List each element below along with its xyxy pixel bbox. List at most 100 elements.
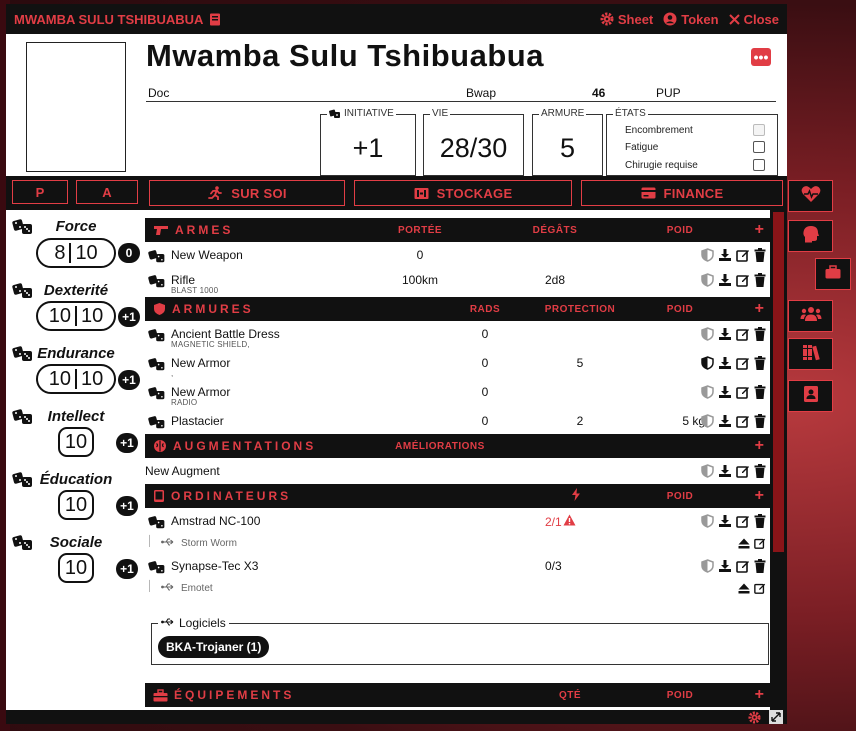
trash-icon[interactable]: [754, 273, 766, 290]
trash-icon[interactable]: [754, 514, 766, 531]
trash-icon[interactable]: [754, 327, 766, 344]
download-icon[interactable]: [718, 464, 732, 481]
add-ordinateur-button[interactable]: +: [755, 487, 764, 505]
scrollbar-thumb[interactable]: [773, 212, 784, 552]
edit-icon[interactable]: [736, 356, 750, 373]
software-chip[interactable]: BKA-Trojaner (1): [158, 636, 270, 658]
attribute-value[interactable]: 10: [49, 305, 71, 328]
dice-icon[interactable]: [148, 515, 166, 533]
sidenav-contacts[interactable]: [788, 300, 833, 332]
edit-icon[interactable]: [736, 273, 750, 290]
sociale-value[interactable]: 10: [58, 553, 94, 583]
add-equipement-button[interactable]: +: [755, 686, 764, 704]
shield-icon[interactable]: [701, 327, 714, 344]
attribute-max[interactable]: 10: [81, 305, 103, 328]
shield-icon[interactable]: [701, 356, 714, 373]
dice-icon[interactable]: [12, 218, 34, 241]
download-icon[interactable]: [718, 248, 732, 265]
dice-icon[interactable]: [12, 471, 34, 494]
edit-icon[interactable]: [736, 559, 750, 576]
shield-icon[interactable]: [701, 248, 714, 265]
download-icon[interactable]: [718, 514, 732, 531]
download-icon[interactable]: [718, 327, 732, 344]
dice-icon[interactable]: [148, 274, 166, 292]
item-name[interactable]: Amstrad NC-100: [171, 514, 260, 528]
add-augmentation-button[interactable]: +: [755, 437, 764, 455]
trash-icon[interactable]: [754, 385, 766, 402]
download-icon[interactable]: [718, 356, 732, 373]
sidenav-inventory[interactable]: [815, 258, 851, 290]
intellect-value[interactable]: 10: [58, 427, 94, 457]
sheet-button[interactable]: Sheet: [600, 12, 653, 27]
item-name[interactable]: Rifle: [171, 273, 195, 287]
item-name[interactable]: New Armor: [171, 356, 230, 370]
character-origin[interactable]: PUP: [656, 86, 681, 100]
add-armure-button[interactable]: +: [755, 300, 764, 318]
dexterite-value-pill[interactable]: 10 10: [36, 301, 116, 331]
dice-icon[interactable]: [12, 282, 34, 305]
software-name[interactable]: Storm Worm: [181, 538, 237, 549]
sidenav-notes[interactable]: [788, 380, 833, 412]
edit-icon[interactable]: [736, 464, 750, 481]
item-name[interactable]: New Augment: [145, 464, 220, 478]
dice-icon[interactable]: [148, 249, 166, 267]
tab-finance[interactable]: FINANCE: [581, 180, 783, 206]
vie-box[interactable]: VIE 28/30: [423, 108, 524, 176]
dice-icon[interactable]: [148, 357, 166, 375]
dice-icon[interactable]: [12, 345, 34, 368]
sidenav-head[interactable]: [788, 220, 833, 252]
token-button[interactable]: Token: [663, 12, 719, 27]
software-name[interactable]: Emotet: [181, 583, 213, 594]
attribute-max[interactable]: 10: [81, 368, 103, 391]
character-role[interactable]: Doc: [148, 86, 169, 100]
fatigue-checkbox[interactable]: [753, 141, 765, 153]
download-icon[interactable]: [718, 385, 732, 402]
sidenav-health[interactable]: [788, 180, 833, 212]
initiative-box[interactable]: INITIATIVE +1: [320, 108, 416, 176]
dice-icon[interactable]: [148, 386, 166, 404]
shield-icon[interactable]: [701, 559, 714, 576]
force-value-pill[interactable]: 8 10: [36, 238, 116, 268]
item-name[interactable]: Plastacier: [171, 414, 224, 428]
shield-icon[interactable]: [701, 514, 714, 531]
shield-icon[interactable]: [701, 414, 714, 431]
endurance-value-pill[interactable]: 10 10: [36, 364, 116, 394]
edit-icon[interactable]: [736, 327, 750, 344]
tab-sur-soi[interactable]: SUR SOI: [149, 180, 345, 206]
tab-p[interactable]: P: [12, 180, 68, 204]
character-species[interactable]: Bwap: [466, 86, 496, 100]
edit-icon[interactable]: [736, 385, 750, 402]
encombrement-checkbox[interactable]: [753, 124, 765, 136]
edit-icon[interactable]: [754, 537, 766, 552]
resize-handle-icon[interactable]: [769, 710, 783, 724]
download-icon[interactable]: [718, 273, 732, 290]
chirurgie-checkbox[interactable]: [753, 159, 765, 171]
more-options-button[interactable]: •••: [751, 48, 771, 66]
dice-icon[interactable]: [12, 534, 34, 557]
tab-stockage[interactable]: STOCKAGE: [354, 180, 572, 206]
download-icon[interactable]: [718, 414, 732, 431]
edit-icon[interactable]: [736, 248, 750, 265]
gear-icon[interactable]: [748, 711, 761, 724]
armure-box[interactable]: ARMURE 5: [532, 108, 603, 176]
trash-icon[interactable]: [754, 464, 766, 481]
edit-icon[interactable]: [754, 582, 766, 597]
eject-icon[interactable]: [738, 583, 750, 597]
item-name[interactable]: Synapse-Tec X3: [171, 559, 258, 573]
character-portrait[interactable]: [26, 42, 126, 172]
item-name[interactable]: Ancient Battle Dress: [171, 327, 280, 341]
edit-icon[interactable]: [736, 514, 750, 531]
character-age[interactable]: 46: [592, 86, 605, 100]
edit-icon[interactable]: [736, 414, 750, 431]
shield-icon[interactable]: [701, 385, 714, 402]
character-name[interactable]: Mwamba Sulu Tshibuabua: [146, 38, 544, 74]
dice-icon[interactable]: [148, 415, 166, 433]
trash-icon[interactable]: [754, 559, 766, 576]
trash-icon[interactable]: [754, 356, 766, 373]
attribute-value[interactable]: 10: [49, 368, 71, 391]
close-button[interactable]: Close: [728, 12, 779, 27]
shield-icon[interactable]: [701, 464, 714, 481]
add-arme-button[interactable]: +: [755, 221, 764, 239]
dice-icon[interactable]: [148, 560, 166, 578]
shield-icon[interactable]: [701, 273, 714, 290]
